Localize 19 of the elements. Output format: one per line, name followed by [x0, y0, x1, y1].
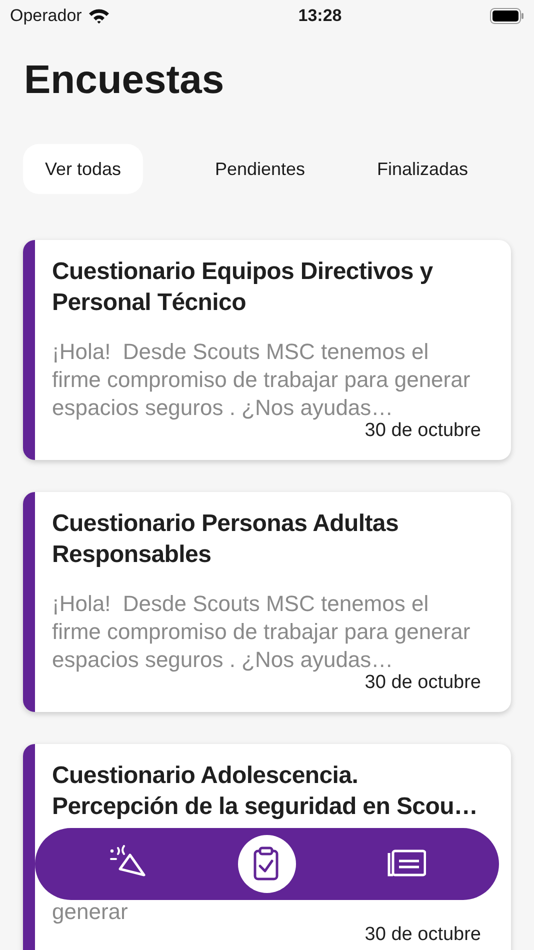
filter-tab[interactable]: Pendientes — [214, 144, 306, 194]
filter-tab[interactable]: Finalizadas — [376, 144, 468, 194]
survey-title: Cuestionario Adolescencia. Percepción de la seguridad en Scou… — [52, 761, 479, 822]
wifi-icon — [88, 8, 110, 24]
clock-time: 13:28 — [297, 5, 343, 28]
survey-description: generar — [52, 898, 128, 926]
survey-date: 30 de octubre — [364, 926, 481, 944]
survey-card[interactable]: Cuestionario Personas Adultas Responsables ¡Hola! Desde Scouts MSC tenemos el firme compromiso de trabajar para generar espacios seguros . ¿Nos ayudas… 30 de octubre — [23, 492, 511, 712]
survey-date: 30 de octubre — [364, 422, 481, 440]
survey-title: Cuestionario Personas Adultas Responsables — [52, 509, 400, 570]
battery-icon — [490, 8, 524, 24]
carrier-name: Operador — [10, 5, 82, 28]
filter-tab[interactable]: Ver todas — [23, 144, 144, 194]
page-title: Encuestas — [23, 57, 226, 104]
survey-title: Cuestionario Equipos Directivos y Personal Técnico — [52, 257, 434, 318]
survey-description: ¡Hola! Desde Scouts MSC tenemos el firme compromiso de trabajar para generar espacios seguros . ¿Nos ayudas… — [52, 590, 472, 674]
survey-card[interactable]: Cuestionario Equipos Directivos y Personal Técnico ¡Hola! Desde Scouts MSC tenemos el firme compromiso de trabajar para generar espacios seguros . ¿Nos ayudas… 30 de octubre — [23, 240, 511, 460]
survey-description: ¡Hola! Desde Scouts MSC tenemos el firme compromiso de trabajar para generar espacios seguros . ¿Nos ayudas… — [52, 338, 472, 422]
survey-date: 30 de octubre — [364, 674, 481, 692]
